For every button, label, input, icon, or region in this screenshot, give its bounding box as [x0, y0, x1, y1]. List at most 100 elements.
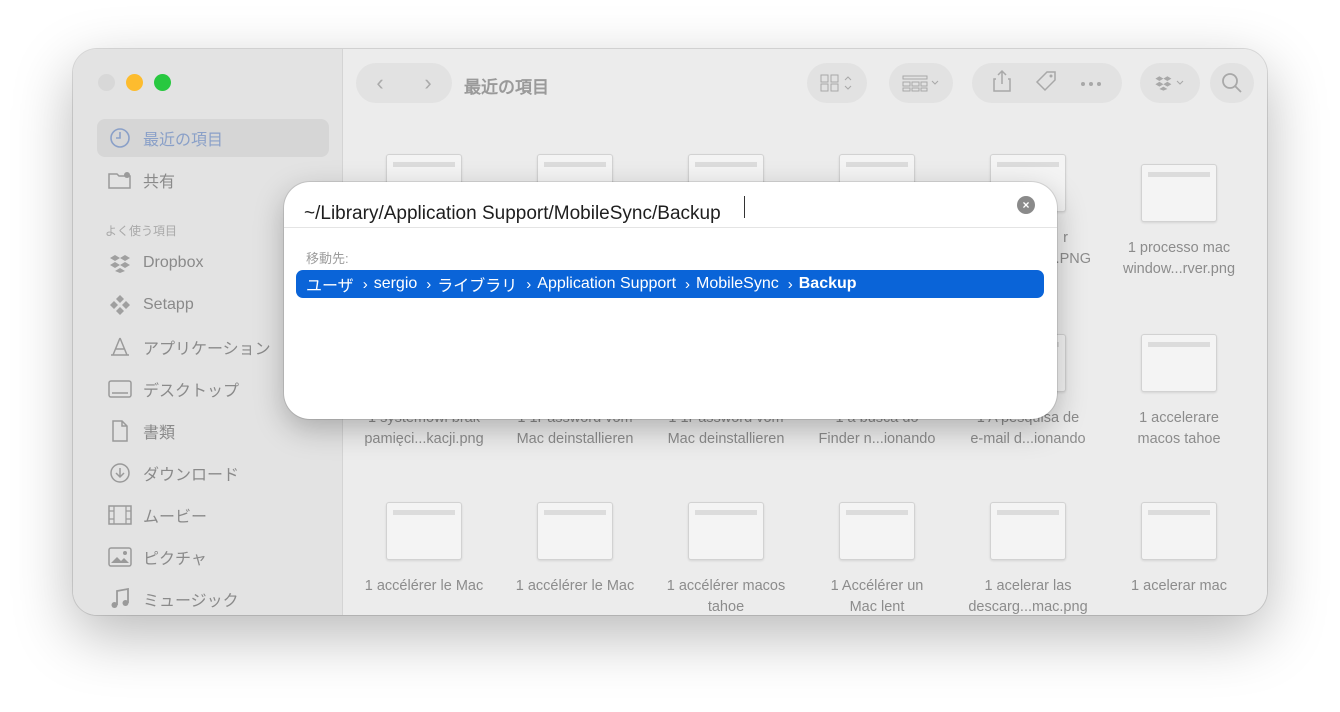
desktop-icon [107, 378, 133, 400]
sidebar-item-recents[interactable]: 最近の項目 [97, 119, 329, 157]
chevron-right-icon: › [362, 275, 368, 293]
sidebar-item-movies[interactable]: ムービー [97, 496, 329, 534]
file-name: 1 processo mac [1127, 240, 1231, 256]
share-button[interactable] [992, 69, 1012, 98]
minimize-window-button[interactable] [126, 74, 143, 91]
search-icon [1222, 73, 1242, 93]
file-thumbnail [1141, 334, 1217, 392]
file-item[interactable]: 1 accélérer le Mac [500, 502, 650, 597]
music-icon [107, 588, 133, 610]
chevron-right-icon: › [426, 275, 432, 293]
breadcrumb-item: ユーザ [306, 278, 354, 295]
file-name: 1 Accélérer un [830, 578, 924, 594]
breadcrumb-item: sergio [373, 275, 418, 292]
file-thumbnail [1141, 164, 1217, 222]
destination-label: 移動先: [306, 251, 349, 266]
file-item[interactable]: 1 processo mac window...rver.png [1104, 164, 1254, 280]
sidebar-item-label: ダウンロード [143, 467, 240, 484]
close-icon: × [1022, 198, 1030, 212]
file-thumbnail [688, 502, 764, 560]
sidebar-item-pictures[interactable]: ピクチャ [97, 538, 329, 576]
dropbox-icon [1155, 76, 1184, 91]
file-name: Mac lent [849, 599, 905, 615]
sidebar-item-documents[interactable]: 書類 [97, 412, 329, 450]
setapp-icon [107, 294, 133, 316]
sidebar-item-downloads[interactable]: ダウンロード [97, 454, 329, 492]
file-name: Mac deinstallieren [667, 431, 785, 447]
more-button[interactable] [1080, 74, 1102, 92]
sidebar-item-label: 共有 [143, 174, 176, 191]
back-button[interactable]: ‹ [376, 70, 383, 96]
sidebar-item-label: デスクトップ [143, 383, 240, 400]
close-window-button[interactable] [98, 74, 115, 91]
toolbar: ‹ › 最近の項目 [344, 49, 1267, 119]
sidebar-item-label: Dropbox [143, 254, 204, 271]
breadcrumb-item: ライブラリ [437, 278, 518, 295]
sidebar-item-label: Setapp [143, 296, 194, 313]
sidebar-item-label: ミュージック [143, 593, 239, 610]
file-name: e-mail d...ionando [970, 431, 1086, 447]
shared-folder-icon [107, 169, 133, 191]
download-icon [107, 462, 133, 484]
file-name: Mac deinstallieren [516, 431, 634, 447]
file-name: descarg...mac.png [968, 599, 1088, 615]
ellipsis-icon [1081, 82, 1101, 86]
file-name: Finder n...ionando [818, 431, 936, 447]
text-caret [744, 196, 745, 218]
view-mode-button[interactable] [807, 63, 867, 103]
sidebar-item-music[interactable]: ミュージック [97, 580, 329, 615]
document-icon [107, 420, 133, 442]
file-thumbnail [990, 502, 1066, 560]
search-button[interactable] [1210, 63, 1254, 103]
tag-button[interactable] [1034, 69, 1058, 98]
grid-view-icon [820, 74, 852, 92]
go-to-folder-dialog: × 移動先: ユーザ › sergio › ライブラリ › Applicatio… [284, 182, 1057, 419]
share-icon [993, 69, 1011, 92]
path-input[interactable] [304, 192, 1014, 236]
file-item[interactable]: 1 acelerar mac [1104, 502, 1254, 597]
file-name: 1 accelerare [1139, 410, 1219, 426]
clock-icon [107, 127, 133, 149]
sidebar-item-label: ピクチャ [143, 551, 207, 568]
file-item[interactable]: 1 accélérer macos tahoe [651, 502, 801, 615]
file-thumbnail [537, 502, 613, 560]
sidebar-item-label: アプリケーション [143, 341, 271, 358]
file-item[interactable]: 1 Accélérer un Mac lent [802, 502, 952, 615]
chevron-right-icon: › [526, 275, 532, 293]
picture-icon [107, 546, 133, 568]
chevron-right-icon: › [787, 275, 793, 293]
file-thumbnail [839, 502, 915, 560]
sidebar-item-label: ムービー [143, 509, 208, 526]
sidebar-section-favorites: よく使う項目 [105, 224, 178, 238]
file-name: window...rver.png [1122, 261, 1236, 277]
group-button[interactable] [889, 63, 953, 103]
file-name: pamięci...kacji.png [364, 431, 484, 447]
file-item[interactable]: 1 acelerar las descarg...mac.png [953, 502, 1103, 615]
breadcrumb-item: MobileSync [696, 275, 779, 292]
file-name: 1 accélérer macos [666, 578, 786, 594]
nav-buttons: ‹ › [356, 63, 452, 103]
action-button-group [972, 63, 1122, 103]
file-name: 1 accélérer le Mac [364, 578, 484, 594]
file-thumbnail [386, 502, 462, 560]
movie-icon [107, 504, 133, 526]
file-item[interactable]: 1 accelerare macos tahoe [1104, 334, 1254, 450]
file-name: tahoe [707, 599, 745, 615]
file-thumbnail [1141, 502, 1217, 560]
file-item[interactable]: 1 accélérer le Mac [349, 502, 499, 597]
file-name: 1 acelerar las [984, 578, 1072, 594]
breadcrumb-item: Application Support [537, 275, 677, 292]
sidebar-item-label: 最近の項目 [143, 132, 224, 149]
divider [284, 227, 1057, 228]
file-name: 1 acelerar mac [1131, 578, 1227, 594]
clear-input-button[interactable]: × [1017, 196, 1035, 214]
path-suggestion[interactable]: ユーザ › sergio › ライブラリ › Application Suppo… [296, 270, 1044, 298]
dropbox-menu-button[interactable] [1140, 63, 1200, 103]
applications-icon [107, 336, 133, 358]
tag-icon [1035, 70, 1056, 91]
chevron-right-icon: › [685, 275, 691, 293]
file-name: 1 accélérer le Mac [515, 578, 635, 594]
zoom-window-button[interactable] [154, 74, 171, 91]
group-icon [902, 75, 939, 92]
forward-button[interactable]: › [424, 70, 431, 96]
